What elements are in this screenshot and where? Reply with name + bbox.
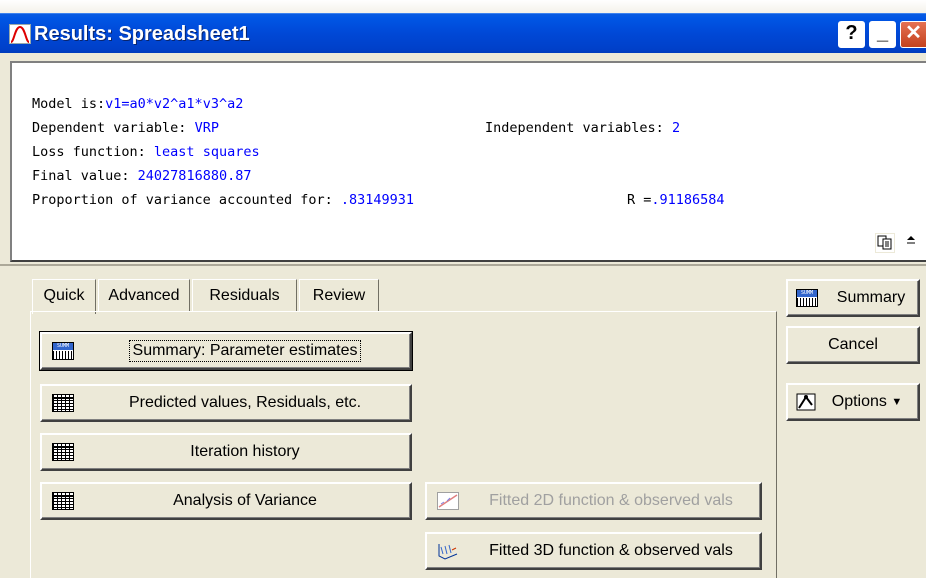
expand-icon[interactable] xyxy=(901,233,921,253)
r-line: R =.91186584 xyxy=(627,192,725,208)
3d-plot-icon xyxy=(437,542,459,560)
model-value: v1=a0*v2^a1*v3^a2 xyxy=(105,96,244,112)
summary-table-icon: SUMM xyxy=(796,289,818,307)
fitted-2d-label: Fitted 2D function & observed vals xyxy=(489,492,733,509)
summary-parameter-estimates-label: Summary: Parameter estimates xyxy=(128,340,362,362)
spreadsheet-grid-icon xyxy=(52,492,74,510)
title-bar[interactable]: Results: Spreadsheet1 ? _ ✕ xyxy=(0,13,926,53)
summary-button[interactable]: SUMM Summary xyxy=(786,279,920,317)
analysis-of-variance-label: Analysis of Variance xyxy=(173,492,317,509)
model-label: Model is: xyxy=(32,96,106,112)
chevron-down-icon: ▼ xyxy=(891,396,903,408)
independent-label: Independent variables: xyxy=(485,120,672,136)
tab-residuals[interactable]: Residuals xyxy=(192,279,297,312)
loss-value: least squares xyxy=(153,144,260,160)
predicted-values-button[interactable]: Predicted values, Residuals, etc. xyxy=(40,384,412,422)
help-button[interactable]: ? xyxy=(838,21,865,48)
fitted-2d-button[interactable]: Fitted 2D function & observed vals xyxy=(425,482,762,520)
dependent-label: Dependent variable: xyxy=(32,120,195,136)
r-label: R = xyxy=(627,192,652,208)
iteration-history-button[interactable]: Iteration history xyxy=(40,433,412,471)
options-button[interactable]: Options ▼ xyxy=(786,383,920,421)
proportion-line: Proportion of variance accounted for: .8… xyxy=(32,192,414,208)
final-value: 24027816880.87 xyxy=(137,168,252,184)
window-title: Results: Spreadsheet1 xyxy=(34,23,250,45)
copy-icon[interactable] xyxy=(875,233,895,253)
tab-advanced[interactable]: Advanced xyxy=(98,279,190,312)
summary-parameter-estimates-button[interactable]: SUMM Summary: Parameter estimates xyxy=(39,331,413,371)
tab-review[interactable]: Review xyxy=(299,279,379,312)
graph-icon xyxy=(9,24,31,44)
2d-plot-icon xyxy=(437,492,459,510)
final-line: Final value: 24027816880.87 xyxy=(32,168,251,184)
analysis-of-variance-button[interactable]: Analysis of Variance xyxy=(40,482,412,520)
summary-table-icon: SUMM xyxy=(52,342,74,360)
options-icon xyxy=(796,393,818,411)
summary-button-label: Summary xyxy=(836,289,906,306)
results-output-area[interactable]: Model is:v1=a0*v2^a1*v3^a2 Dependent var… xyxy=(10,61,926,262)
independent-line: Independent variables: 2 xyxy=(485,120,680,136)
model-line: Model is:v1=a0*v2^a1*v3^a2 xyxy=(32,96,243,112)
r-value: .91186584 xyxy=(651,192,725,208)
spreadsheet-grid-icon xyxy=(52,443,74,461)
proportion-value: .83149931 xyxy=(340,192,415,208)
iteration-history-label: Iteration history xyxy=(190,443,300,460)
results-window: Results: Spreadsheet1 ? _ ✕ Model is:v1=… xyxy=(0,0,926,578)
options-button-label: Options xyxy=(831,393,887,410)
close-button[interactable]: ✕ xyxy=(900,21,926,48)
final-label: Final value: xyxy=(32,168,138,184)
cancel-button-label: Cancel xyxy=(828,336,878,353)
dependent-value: VRP xyxy=(194,120,219,136)
independent-value: 2 xyxy=(671,120,681,136)
cancel-button[interactable]: Cancel xyxy=(786,326,920,364)
predicted-values-label: Predicted values, Residuals, etc. xyxy=(128,394,362,411)
dependent-line: Dependent variable: VRP xyxy=(32,120,219,136)
fitted-3d-label: Fitted 3D function & observed vals xyxy=(489,542,733,559)
titlebar-top-strip xyxy=(0,0,926,13)
spreadsheet-grid-icon xyxy=(52,394,74,412)
loss-line: Loss function: least squares xyxy=(32,144,260,160)
proportion-label: Proportion of variance accounted for: xyxy=(32,192,341,208)
divider xyxy=(0,264,926,266)
fitted-3d-button[interactable]: Fitted 3D function & observed vals xyxy=(425,532,762,570)
loss-label: Loss function: xyxy=(32,144,154,160)
minimize-button[interactable]: _ xyxy=(869,21,896,48)
tab-quick[interactable]: Quick xyxy=(32,279,96,314)
